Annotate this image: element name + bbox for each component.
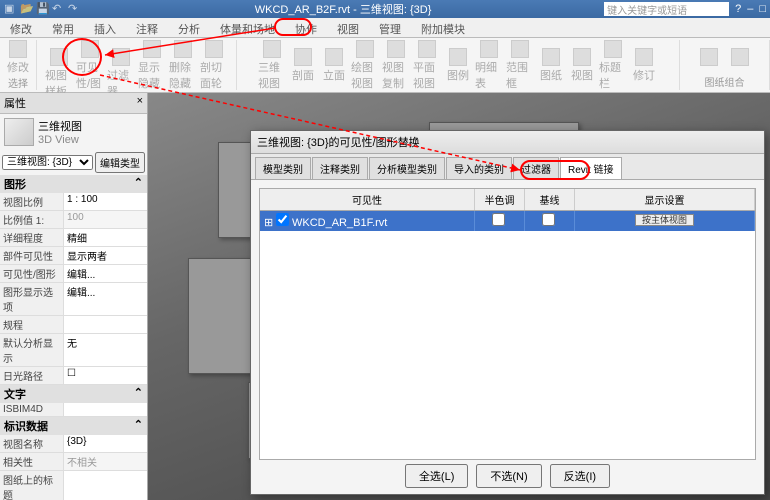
prop-row[interactable]: 视图名称{3D} <box>0 435 147 453</box>
qat-open-icon[interactable]: 📂 <box>20 2 34 16</box>
prop-row[interactable]: 规程 <box>0 316 147 334</box>
qat-redo-icon[interactable]: ↷ <box>68 2 82 16</box>
prop-row[interactable]: 可见性/图形编辑... <box>0 265 147 283</box>
qat-undo-icon[interactable]: ↶ <box>52 2 66 16</box>
ribbon-tabs: 修改 常用 插入 注释 分析 体量和场地 协作 视图 管理 附加模块 <box>0 18 770 38</box>
quick-access-toolbar: ▣ 📂 💾 ↶ ↷ <box>4 2 82 16</box>
dtab-imported[interactable]: 导入的类别 <box>446 157 512 179</box>
tab-insert[interactable]: 插入 <box>84 18 126 37</box>
tab-manage[interactable]: 管理 <box>369 18 411 37</box>
tab-annotate[interactable]: 注释 <box>126 18 168 37</box>
prop-row[interactable]: ISBIM4D <box>0 403 147 417</box>
btn-revision[interactable]: 修订 <box>630 40 658 91</box>
prop-row[interactable]: 默认分析显示无 <box>0 334 147 367</box>
cube-icon <box>4 118 34 146</box>
prop-row[interactable]: 图形显示选项编辑... <box>0 283 147 316</box>
properties-panel: 属性× 三维视图3D View 三维视图: {3D} 编辑类型 图形⌃视图比例1… <box>0 93 148 500</box>
btn-legend[interactable]: 图例 <box>444 40 472 91</box>
tab-mass-site[interactable]: 体量和场地 <box>210 18 285 37</box>
display-setting-button[interactable]: 按主体视图 <box>635 214 694 226</box>
invert-button[interactable]: 反选(I) <box>550 464 610 488</box>
row-visibility-checkbox[interactable] <box>276 213 289 226</box>
ribbon-group-create: 三维视图 剖面 立面 绘图视图 视图复制 平面视图 图例 明细表 范围框 图纸 … <box>237 40 680 90</box>
ribbon-group-graphics: 视图样板 可见性/图形 过滤器 显示隐藏线 删除隐藏线 剖切面轮廓 图形 <box>37 40 237 90</box>
row-underlay-checkbox[interactable] <box>542 213 555 226</box>
btn-drafting[interactable]: 绘图视图 <box>351 40 379 91</box>
dtab-model[interactable]: 模型类别 <box>255 157 311 179</box>
prop-row[interactable]: 相关性不相关 <box>0 453 147 471</box>
btn-viewref[interactable] <box>726 40 754 74</box>
tab-view[interactable]: 视图 <box>327 18 369 37</box>
ribbon-group-select: 修改 选择 <box>0 40 37 90</box>
minimize-icon[interactable]: – <box>747 3 753 15</box>
tab-modify[interactable]: 修改 <box>0 18 42 37</box>
prop-row[interactable]: 图纸上的标题 <box>0 471 147 500</box>
dialog-title: 三维视图: {3D}的可见性/图形替换 <box>251 131 764 154</box>
ribbon-group-sheetcomp: 图纸组合 <box>680 40 770 90</box>
select-none-button[interactable]: 不选(N) <box>476 464 541 488</box>
properties-header: 属性× <box>0 93 147 114</box>
btn-modify[interactable]: 修改 <box>4 40 32 75</box>
type-selector[interactable]: 三维视图: {3D} <box>2 155 93 170</box>
dialog-tabs: 模型类别 注释类别 分析模型类别 导入的类别 过滤器 Revit 链接 <box>251 154 764 180</box>
prop-section[interactable]: 标识数据⌃ <box>0 417 147 435</box>
help-icon[interactable]: ? <box>735 3 741 15</box>
qat-save-icon[interactable]: 💾 <box>36 2 50 16</box>
btn-titleblk[interactable]: 标题栏 <box>599 40 627 91</box>
table-header: 可见性 半色调 基线 显示设置 <box>260 189 755 211</box>
maximize-icon[interactable]: □ <box>759 3 766 15</box>
close-icon[interactable]: × <box>137 95 143 111</box>
edit-type-button[interactable]: 编辑类型 <box>95 152 145 173</box>
btn-duplicate[interactable]: 视图复制 <box>382 40 410 91</box>
table-row[interactable]: ⊞ WKCD_AR_B1F.rvt 按主体视图 <box>260 211 755 231</box>
row-halftone-checkbox[interactable] <box>492 213 505 226</box>
property-grid[interactable]: 图形⌃视图比例1 : 100比例值 1:100详细程度精细部件可见性显示两者可见… <box>0 175 147 500</box>
search-input[interactable]: 键入关键字或短语 <box>604 2 729 16</box>
btn-splice[interactable] <box>695 40 723 74</box>
prop-row[interactable]: 部件可见性显示两者 <box>0 247 147 265</box>
app-menu-icon[interactable]: ▣ <box>4 2 18 16</box>
dtab-analytical[interactable]: 分析模型类别 <box>369 157 445 179</box>
prop-row[interactable]: 视图比例1 : 100 <box>0 193 147 211</box>
prop-row[interactable]: 日光路径☐ <box>0 367 147 385</box>
btn-view[interactable]: 视图 <box>568 40 596 91</box>
tab-addins[interactable]: 附加模块 <box>411 18 475 37</box>
view-type-display: 三维视图3D View <box>0 114 147 150</box>
btn-scope[interactable]: 范围框 <box>506 40 534 91</box>
dtab-anno[interactable]: 注释类别 <box>312 157 368 179</box>
tab-home[interactable]: 常用 <box>42 18 84 37</box>
btn-sheet[interactable]: 图纸 <box>537 40 565 91</box>
btn-elevation[interactable]: 立面 <box>320 40 348 91</box>
tab-collab[interactable]: 协作 <box>285 18 327 37</box>
ribbon-panel: 修改 选择 视图样板 可见性/图形 过滤器 显示隐藏线 删除隐藏线 剖切面轮廓 … <box>0 38 770 93</box>
prop-row[interactable]: 详细程度精细 <box>0 229 147 247</box>
document-title: WKCD_AR_B2F.rvt - 三维视图: {3D} <box>82 1 604 17</box>
dtab-revit-links[interactable]: Revit 链接 <box>560 157 622 179</box>
title-bar: ▣ 📂 💾 ↶ ↷ WKCD_AR_B2F.rvt - 三维视图: {3D} 键… <box>0 0 770 18</box>
links-table: 可见性 半色调 基线 显示设置 ⊞ WKCD_AR_B1F.rvt 按主体视图 <box>259 188 756 460</box>
window-controls: ? – □ <box>735 3 766 15</box>
prop-section[interactable]: 图形⌃ <box>0 175 147 193</box>
dtab-filters[interactable]: 过滤器 <box>513 157 559 179</box>
expand-icon[interactable]: ⊞ <box>264 217 273 229</box>
visibility-dialog: 三维视图: {3D}的可见性/图形替换 模型类别 注释类别 分析模型类别 导入的… <box>250 130 765 495</box>
prop-row[interactable]: 比例值 1:100 <box>0 211 147 229</box>
btn-3d-view[interactable]: 三维视图 <box>258 40 286 91</box>
btn-section[interactable]: 剖面 <box>289 40 317 91</box>
dialog-footer: 全选(L) 不选(N) 反选(I) <box>251 464 764 488</box>
tab-analyze[interactable]: 分析 <box>168 18 210 37</box>
prop-section[interactable]: 文字⌃ <box>0 385 147 403</box>
btn-plan[interactable]: 平面视图 <box>413 40 441 91</box>
btn-schedule[interactable]: 明细表 <box>475 40 503 91</box>
select-all-button[interactable]: 全选(L) <box>405 464 468 488</box>
link-name: WKCD_AR_B1F.rvt <box>292 217 387 229</box>
